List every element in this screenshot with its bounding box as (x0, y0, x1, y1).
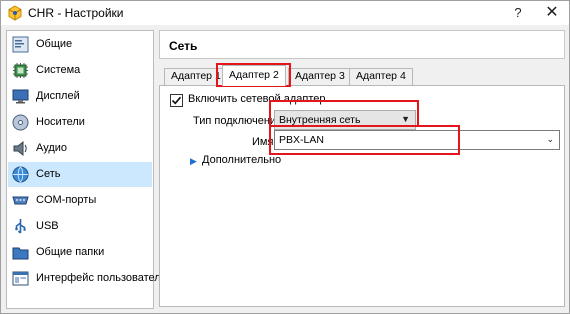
virtualbox-icon (8, 5, 22, 21)
serial-ports-icon (12, 196, 29, 205)
network-name-label: Имя (252, 136, 274, 148)
dropdown-arrow-icon: ▼ (401, 114, 410, 124)
enable-adapter-checkbox[interactable] (170, 94, 183, 107)
attachment-type-select[interactable]: Внутренняя сеть ▼ (274, 110, 416, 130)
sidebar-item-network[interactable]: Сеть (8, 162, 152, 187)
window-title: CHR - Настройки (28, 6, 124, 20)
sidebar-item-system[interactable]: Система (8, 58, 152, 83)
settings-window: CHR - Настройки ? ✕ Общие Система Диспле… (0, 0, 570, 314)
sidebar-item-label: Система (36, 64, 81, 76)
settings-sidebar: Общие Система Дисплей Носители Аудио Сет… (6, 30, 167, 309)
network-name-value: PBX-LAN (279, 134, 324, 146)
page-header: Сеть (159, 30, 565, 59)
sidebar-item-label: Носители (36, 116, 85, 128)
display-icon (12, 89, 29, 104)
sidebar-item-audio[interactable]: Аудио (8, 136, 152, 161)
tab-adapter-2[interactable]: Адаптер 2 (222, 65, 286, 86)
storage-icon (12, 114, 29, 131)
network-icon (12, 166, 29, 183)
sidebar-item-label: Сеть (36, 168, 61, 180)
shared-folders-icon (12, 247, 29, 260)
tab-adapter-4[interactable]: Адаптер 4 (349, 68, 413, 85)
attachment-type-value: Внутренняя сеть (279, 114, 361, 126)
advanced-expander[interactable]: Дополнительно (202, 154, 281, 166)
attachment-type-label: Тип подключения: (193, 115, 286, 127)
sidebar-item-label: Аудио (36, 142, 68, 154)
expand-arrow-icon[interactable]: ▶ (190, 156, 197, 167)
checkmark-icon (171, 96, 182, 105)
sidebar-item-label: Интерфейс пользователя (36, 272, 167, 284)
sidebar-item-label: COM-порты (36, 194, 97, 206)
sidebar-item-usb[interactable]: USB (8, 214, 152, 239)
help-button[interactable]: ? (507, 2, 529, 24)
close-button[interactable]: ✕ (539, 2, 565, 24)
enable-adapter-label: Включить сетевой адаптер (188, 93, 326, 105)
sidebar-item-label: USB (36, 220, 59, 232)
adapter-panel: Включить сетевой адаптер Тип подключения… (159, 85, 565, 307)
chevron-down-icon: ⌄ (546, 134, 554, 144)
usb-icon (15, 219, 26, 234)
sidebar-item-shared-folders[interactable]: Общие папки (8, 240, 152, 265)
tab-adapter-3[interactable]: Адаптер 3 (288, 68, 352, 85)
sidebar-item-label: Дисплей (36, 90, 80, 102)
sidebar-item-storage[interactable]: Носители (8, 110, 152, 135)
sidebar-item-general[interactable]: Общие (8, 32, 152, 57)
network-name-combo[interactable]: PBX-LAN ⌄ (274, 130, 560, 150)
tab-adapter-1[interactable]: Адаптер 1 (164, 68, 228, 85)
title-bar: CHR - Настройки ? ✕ (1, 1, 569, 25)
general-icon (12, 36, 29, 53)
sidebar-item-label: Общие папки (36, 246, 105, 258)
sidebar-item-user-interface[interactable]: Интерфейс пользователя (8, 266, 167, 291)
sidebar-item-display[interactable]: Дисплей (8, 84, 152, 109)
user-interface-icon (12, 271, 29, 286)
sidebar-item-label: Общие (36, 38, 73, 50)
sidebar-item-serial-ports[interactable]: COM-порты (8, 188, 152, 213)
page-title: Сеть (169, 39, 198, 53)
audio-icon (13, 140, 27, 157)
adapter-tabs: Адаптер 1 Адаптер 2 Адаптер 3 Адаптер 4 (159, 65, 565, 87)
system-icon (13, 63, 28, 78)
